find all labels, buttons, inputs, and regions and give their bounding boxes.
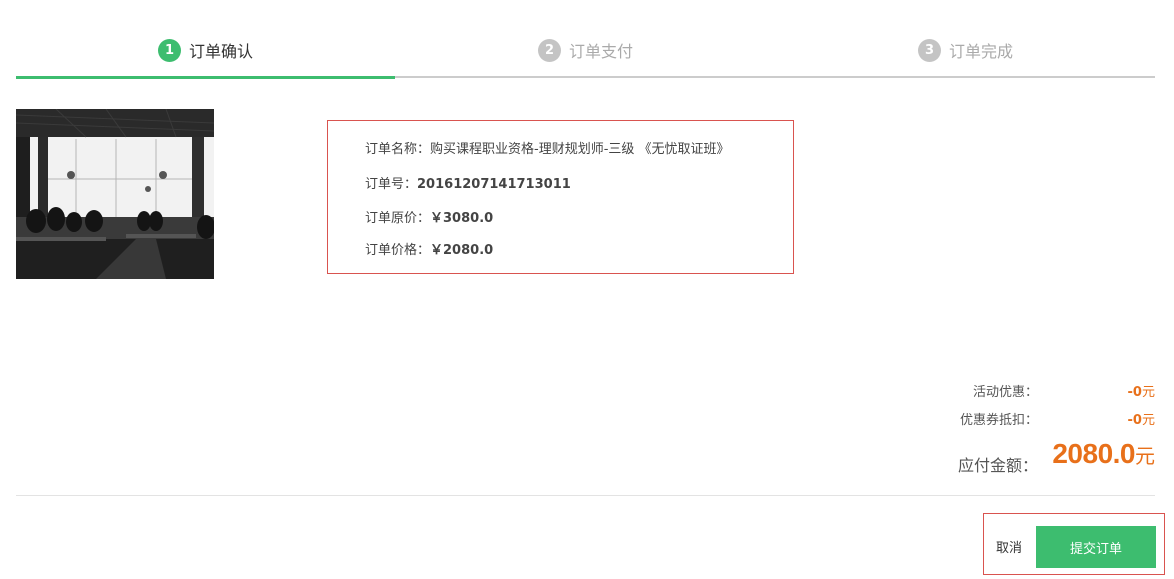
step-order-complete: 3 订单完成 [918,38,1013,62]
order-price-row: 订单价格：￥2080.0 [365,239,493,258]
progress-fill [16,76,395,79]
total-label: 应付金额： [957,456,1038,475]
order-steps: 1 订单确认 2 订单支付 3 订单完成 [16,28,1155,79]
step-label: 订单支付 [569,42,634,61]
step-order-payment: 2 订单支付 [538,38,633,62]
currency-unit: 元 [1135,444,1155,468]
currency-unit: 元 [1141,413,1155,428]
step-label: 订单完成 [949,42,1014,61]
coupon-value: -0元 [1128,409,1155,428]
total-amount: 2080.0元 [1052,438,1155,470]
submit-order-button[interactable]: 提交订单 [1036,526,1156,568]
course-thumbnail [16,109,214,279]
order-original-price-label: 订单原价： [365,211,431,226]
order-original-price-value: ￥3080.0 [430,211,494,226]
order-original-price-row: 订单原价：￥3080.0 [365,207,493,226]
coupon-amount: -0 [1127,413,1142,428]
step-number-badge: 3 [918,38,941,62]
step-order-confirm: 1 订单确认 [158,38,253,62]
activity-discount-label: 活动优惠： [972,385,1038,400]
divider [16,495,1155,496]
activity-discount-amount: -0 [1127,385,1142,400]
course-thumbnail-image [16,109,214,279]
step-number-badge: 2 [538,38,561,62]
coupon-label: 优惠券抵扣： [959,413,1038,428]
order-name-label: 订单名称： [365,142,431,157]
currency-unit: 元 [1141,385,1155,400]
step-number-badge: 1 [158,38,181,62]
order-name-row: 订单名称：购买课程职业资格-理财规划师-三级 《无忧取证班》 [365,138,730,157]
order-number-label: 订单号： [365,177,418,192]
activity-discount-value: -0元 [1128,381,1155,400]
order-price-label: 订单价格： [365,243,431,258]
order-actions: 取消 提交订单 [983,513,1165,575]
order-number-row: 订单号：20161207141713011 [365,173,571,192]
order-number-value: 20161207141713011 [417,177,571,192]
step-label: 订单确认 [189,42,254,61]
cancel-button[interactable]: 取消 [996,537,1022,556]
order-name-value: 购买课程职业资格-理财规划师-三级 《无忧取证班》 [430,142,730,157]
order-price-value: ￥2080.0 [430,243,494,258]
order-info-box: 订单名称：购买课程职业资格-理财规划师-三级 《无忧取证班》 订单号：20161… [327,120,794,274]
total-amount-value: 2080.0 [1052,438,1135,469]
